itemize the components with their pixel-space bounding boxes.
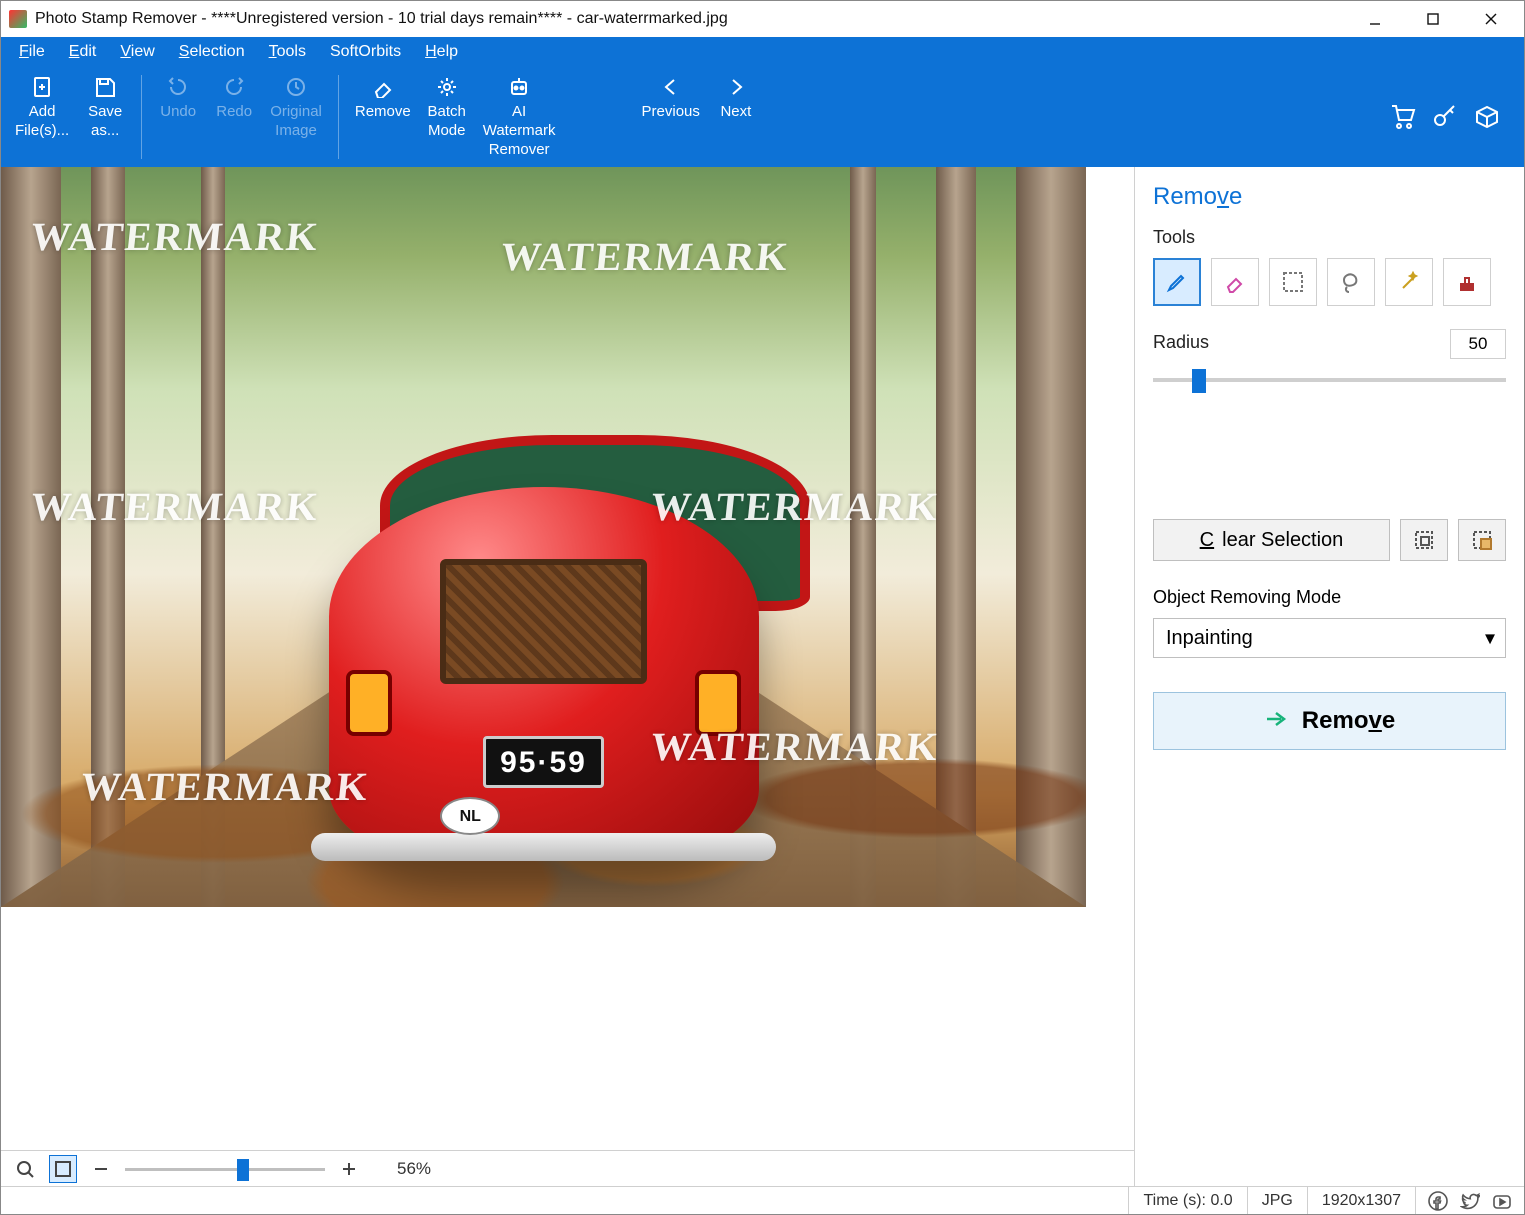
package-icon[interactable] <box>1474 104 1500 130</box>
watermark-text: WATERMARK <box>29 487 322 527</box>
original-image-button: OriginalImage <box>262 69 330 147</box>
menu-file-label: ile <box>29 43 45 60</box>
redo-button: Redo <box>206 69 262 128</box>
menu-view[interactable]: View <box>110 40 164 64</box>
menu-selection[interactable]: Selection <box>169 40 255 64</box>
zoom-in-button[interactable] <box>335 1155 363 1183</box>
undo-button: Undo <box>150 69 206 128</box>
add-files-button[interactable]: AddFile(s)... <box>7 69 77 147</box>
zoom-slider[interactable] <box>125 1159 325 1179</box>
watermark-text: WATERMARK <box>29 217 322 257</box>
close-button[interactable] <box>1462 1 1520 37</box>
ribbon-toolbar: AddFile(s)... Saveas... Undo Redo Origin… <box>1 67 1524 167</box>
titlebar: Photo Stamp Remover - ****Unregistered v… <box>1 1 1524 37</box>
robot-icon <box>507 75 531 99</box>
window-title: Photo Stamp Remover - ****Unregistered v… <box>35 10 1346 28</box>
twitter-icon[interactable] <box>1460 1191 1480 1211</box>
status-dimensions: 1920x1307 <box>1307 1187 1415 1214</box>
chevron-down-icon: ▾ <box>1485 626 1495 651</box>
menu-help[interactable]: Help <box>415 40 468 64</box>
maximize-button[interactable] <box>1404 1 1462 37</box>
menu-softorbits[interactable]: SoftOrbits <box>320 40 411 64</box>
status-bar: Time (s): 0.0 JPG 1920x1307 <box>1 1186 1524 1214</box>
add-file-icon <box>30 75 54 99</box>
tool-magic-wand[interactable] <box>1385 258 1433 306</box>
tool-rect-select[interactable] <box>1269 258 1317 306</box>
zoom-bar: 56% <box>1 1150 1134 1186</box>
eraser-icon <box>371 75 395 99</box>
status-format: JPG <box>1247 1187 1307 1214</box>
save-as-button[interactable]: Saveas... <box>77 69 133 147</box>
arrow-right-icon <box>1264 709 1288 733</box>
load-selection-button[interactable] <box>1458 519 1506 561</box>
save-selection-button[interactable] <box>1400 519 1448 561</box>
menu-edit[interactable]: Edit <box>59 40 107 64</box>
history-icon <box>284 75 308 99</box>
gear-icon <box>435 75 459 99</box>
facebook-icon[interactable] <box>1428 1191 1448 1211</box>
batch-mode-button[interactable]: BatchMode <box>419 69 475 147</box>
status-time: Time (s): 0.0 <box>1128 1187 1246 1214</box>
tool-clone-stamp[interactable] <box>1443 258 1491 306</box>
zoom-percent: 56% <box>397 1159 431 1179</box>
menu-tools[interactable]: Tools <box>259 40 316 64</box>
watermark-text: WATERMARK <box>649 487 942 527</box>
menu-file[interactable]: File <box>9 40 55 64</box>
zoom-fit-button[interactable] <box>49 1155 77 1183</box>
ai-watermark-remover-button[interactable]: AIWatermarkRemover <box>475 69 564 165</box>
radius-input[interactable] <box>1450 329 1506 359</box>
side-panel: Remove Tools Radius Clear Selection <box>1134 167 1524 1186</box>
menubar: File Edit View Selection Tools SoftOrbit… <box>1 37 1524 67</box>
remove-ribbon-button[interactable]: Remove <box>347 69 419 128</box>
zoom-out-button[interactable] <box>87 1155 115 1183</box>
key-icon[interactable] <box>1432 104 1458 130</box>
clear-selection-button[interactable]: Clear Selection <box>1153 519 1390 561</box>
cart-icon[interactable] <box>1390 104 1416 130</box>
country-oval: NL <box>440 797 500 835</box>
save-icon <box>93 75 117 99</box>
tools-label: Tools <box>1153 227 1506 248</box>
remove-action-button[interactable]: Remove <box>1153 692 1506 750</box>
youtube-icon[interactable] <box>1492 1191 1512 1211</box>
panel-title: Remove <box>1153 183 1506 211</box>
undo-icon <box>166 75 190 99</box>
radius-slider[interactable] <box>1153 369 1506 389</box>
mode-label: Object Removing Mode <box>1153 587 1506 608</box>
app-icon <box>9 10 27 28</box>
mode-dropdown[interactable]: Inpainting ▾ <box>1153 618 1506 658</box>
license-plate: 95·59 <box>483 736 603 788</box>
previous-button[interactable]: Previous <box>634 69 708 128</box>
watermark-text: WATERMARK <box>499 237 792 277</box>
image-canvas[interactable]: 95·59 NL WATERMARK WATERMARK WATERMARK W… <box>1 167 1134 1150</box>
radius-label: Radius <box>1153 332 1209 353</box>
minimize-button[interactable] <box>1346 1 1404 37</box>
tool-marker[interactable] <box>1153 258 1201 306</box>
tool-eraser[interactable] <box>1211 258 1259 306</box>
arrow-left-icon <box>659 75 683 99</box>
watermark-text: WATERMARK <box>79 767 372 807</box>
mode-value: Inpainting <box>1166 627 1253 650</box>
arrow-right-icon <box>724 75 748 99</box>
redo-icon <box>222 75 246 99</box>
zoom-actual-button[interactable] <box>11 1155 39 1183</box>
tool-lasso[interactable] <box>1327 258 1375 306</box>
next-button[interactable]: Next <box>708 69 764 128</box>
photo-content: 95·59 NL WATERMARK WATERMARK WATERMARK W… <box>1 167 1086 907</box>
watermark-text: WATERMARK <box>649 727 942 767</box>
